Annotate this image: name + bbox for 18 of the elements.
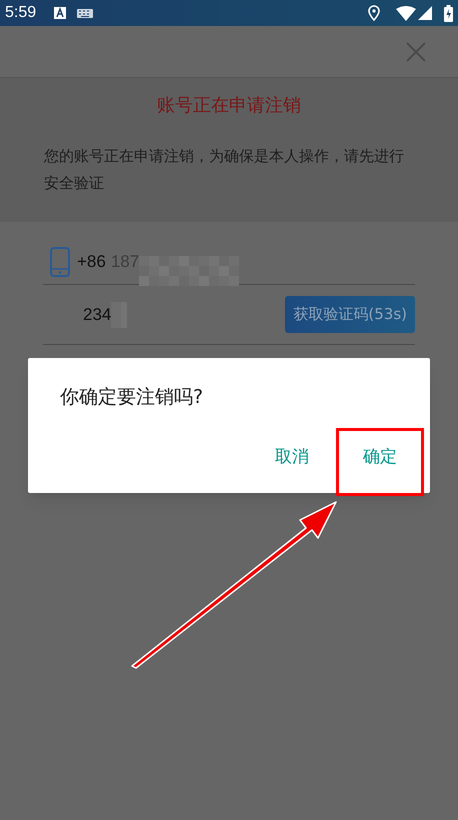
- phone-icon: [50, 246, 70, 276]
- get-code-button[interactable]: 获取验证码(53s): [285, 296, 415, 333]
- signal-icon: [418, 6, 432, 20]
- close-icon[interactable]: [406, 42, 426, 62]
- status-time: 5:59: [5, 3, 36, 23]
- dialog-button[interactable]: 取消: [248, 428, 336, 496]
- wifi-icon: [396, 6, 416, 20]
- country-code: +86: [77, 250, 106, 273]
- notice-title: 账号正在申请注销: [157, 94, 301, 118]
- dialog-message: 你确定要注销吗?: [60, 385, 204, 410]
- code-field[interactable]: 234 获取验证码(53s): [43, 285, 415, 345]
- dialog-button[interactable]: 确定: [336, 428, 424, 496]
- keyboard-icon: [77, 8, 94, 18]
- battery-icon: [444, 4, 453, 22]
- notice-text: 您的账号正在申请注销，为确保是本人操作，请先进行安全验证: [44, 146, 405, 194]
- location-icon: [368, 5, 380, 21]
- code-value: 234: [83, 304, 112, 326]
- text-input-icon: [54, 7, 66, 19]
